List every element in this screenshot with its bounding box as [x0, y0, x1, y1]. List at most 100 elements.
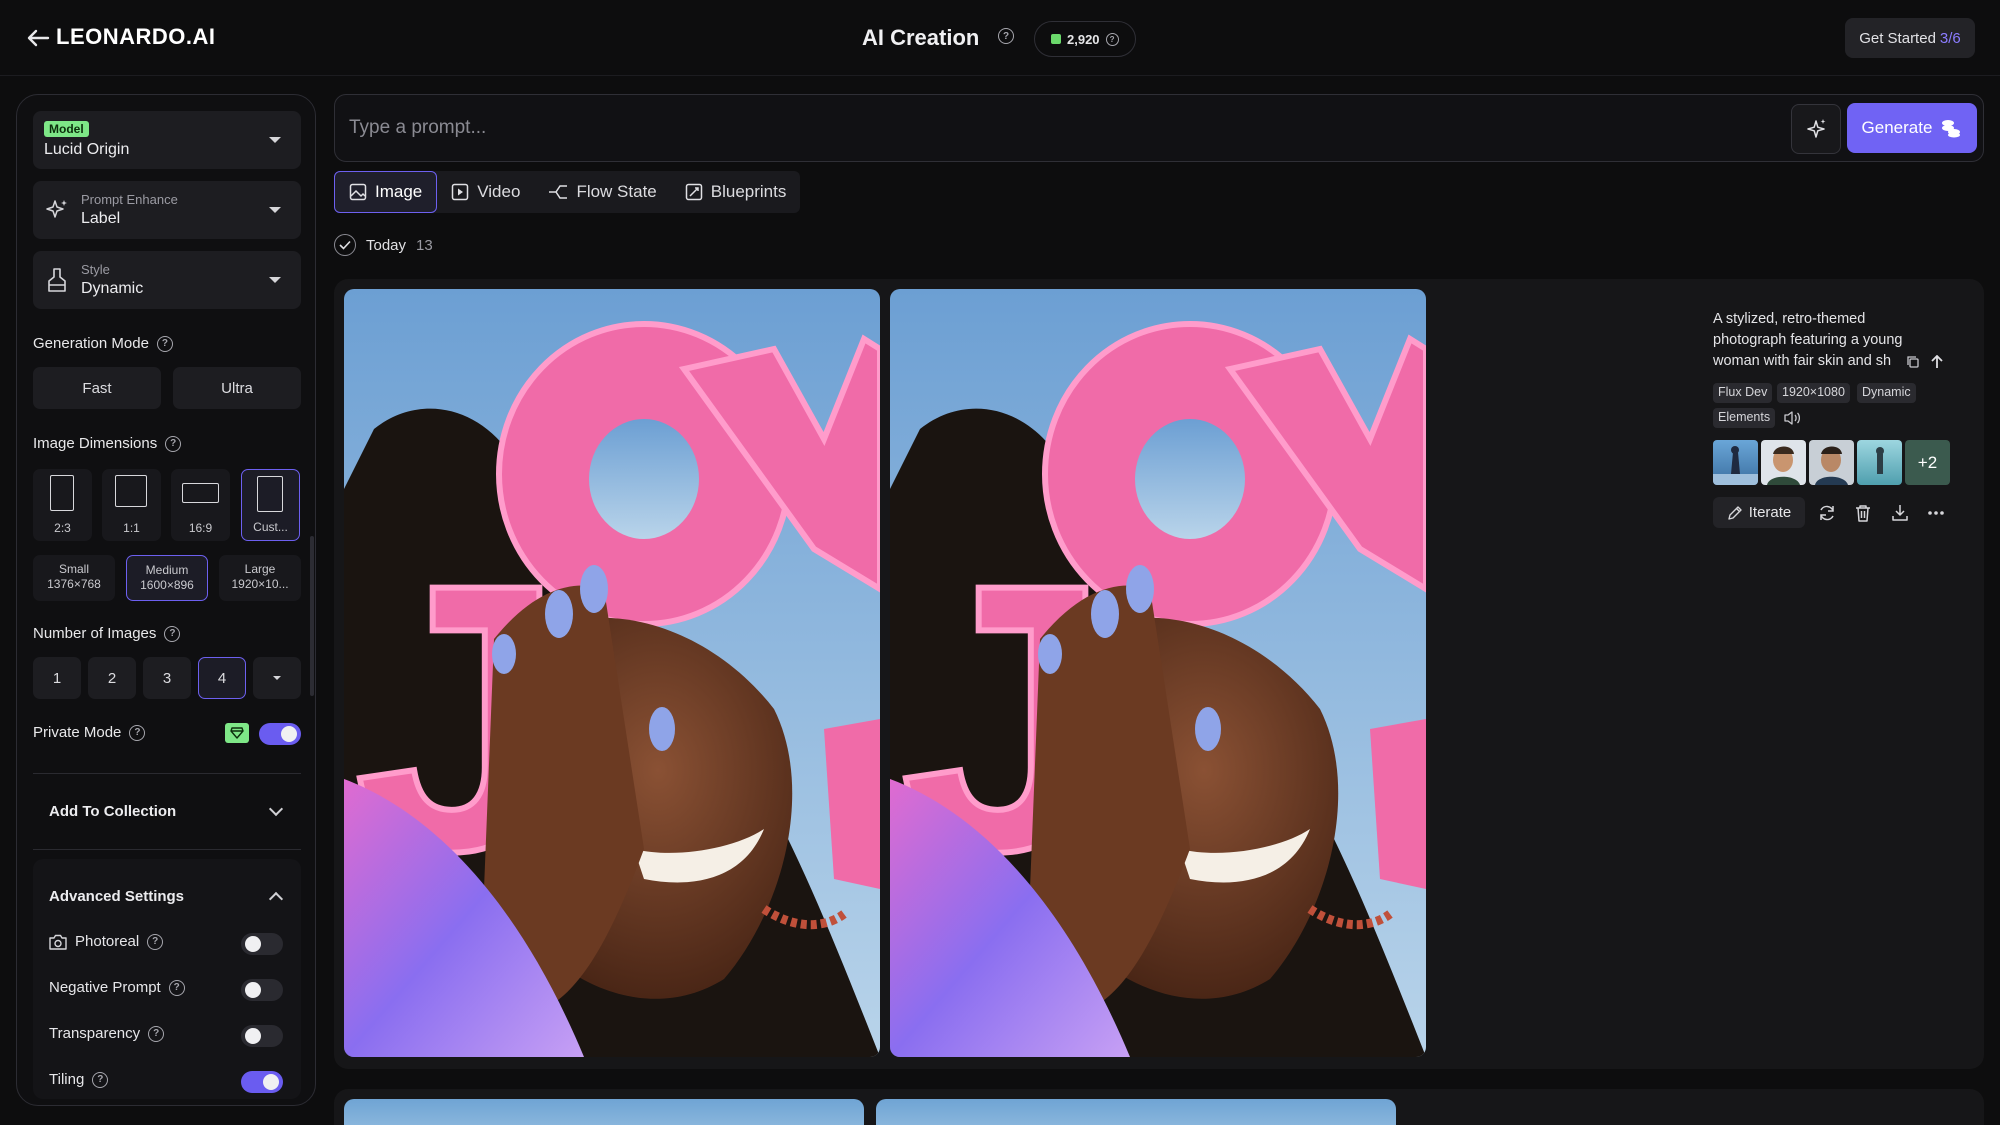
help-icon[interactable]: ?	[156, 335, 173, 352]
tag-model: Flux Dev	[1713, 383, 1773, 403]
more-references-thumbnail[interactable]: +2	[1905, 440, 1950, 485]
back-arrow-icon[interactable]	[24, 26, 52, 50]
count-2-button[interactable]: 2	[88, 657, 136, 699]
model-value: Lucid Origin	[44, 141, 130, 158]
style-value: Dynamic	[81, 280, 144, 297]
credits-help-icon[interactable]: ?	[1105, 32, 1119, 46]
sidebar-scrollbar[interactable]	[310, 536, 314, 696]
get-started-button[interactable]: Get Started 3/6	[1845, 18, 1975, 58]
size-dims: 1920×10...	[231, 577, 289, 591]
size-name: Large	[244, 562, 276, 576]
download-icon[interactable]	[1890, 503, 1910, 523]
credits-badge[interactable]: 2,920 ?	[1034, 21, 1136, 57]
help-icon[interactable]: ?	[165, 435, 182, 452]
add-to-collection-accordion[interactable]: Add To Collection	[33, 774, 301, 848]
image-dimensions-label: Image Dimensions	[33, 435, 158, 452]
help-icon[interactable]: ?	[168, 979, 185, 996]
private-mode-toggle[interactable]	[259, 723, 301, 745]
size-name: Medium	[145, 563, 189, 577]
negative-prompt-label: Negative Prompt	[49, 979, 161, 996]
generation-description[interactable]: A stylized, retro-themed photograph feat…	[1713, 309, 1925, 372]
tab-video[interactable]: Video	[437, 171, 534, 213]
size-large-button[interactable]: Large 1920×10...	[219, 555, 301, 601]
iterate-button[interactable]: Iterate	[1713, 497, 1805, 528]
size-small-button[interactable]: Small 1376×768	[33, 555, 115, 601]
chevron-down-icon	[269, 277, 281, 283]
logo[interactable]: LEONARDO.AI	[56, 24, 216, 50]
generated-image-art: J	[890, 289, 1426, 1057]
generate-label: Generate	[1861, 118, 1933, 137]
prompt-enhance-dropdown[interactable]: Prompt Enhance Label	[33, 181, 301, 239]
tab-blueprints[interactable]: Blueprints	[671, 171, 801, 213]
transparency-toggle[interactable]	[241, 1025, 283, 1047]
reference-thumbnail[interactable]	[1713, 440, 1758, 485]
brush-icon	[48, 268, 66, 292]
tab-flow-state[interactable]: Flow State	[534, 171, 670, 213]
copy-icon[interactable]	[1906, 355, 1920, 369]
help-icon[interactable]: ?	[148, 1025, 165, 1042]
reference-thumbnail[interactable]	[1761, 440, 1806, 485]
ratio-1-1-button[interactable]: 1:1	[102, 469, 161, 541]
generated-image-2[interactable]: J	[890, 289, 1426, 1057]
help-icon[interactable]: ?	[147, 933, 164, 950]
tiling-toggle[interactable]	[241, 1071, 283, 1093]
prompt-input[interactable]	[349, 113, 1649, 143]
generated-image-1[interactable]: J	[344, 289, 880, 1057]
count-3-button[interactable]: 3	[143, 657, 191, 699]
tiling-row: Tiling ?	[49, 1071, 109, 1088]
media-type-tabs: Image Video Flow State Blueprints	[334, 171, 801, 213]
count-more-button[interactable]	[253, 657, 301, 699]
size-medium-button[interactable]: Medium 1600×896	[126, 555, 208, 601]
image-icon	[349, 183, 367, 201]
tag-dimensions: 1920×1080	[1777, 383, 1850, 403]
tab-label: Flow State	[576, 182, 657, 201]
ratio-custom-button[interactable]: Cust...	[241, 469, 300, 541]
refresh-icon[interactable]	[1817, 503, 1837, 523]
mode-ultra-button[interactable]: Ultra	[173, 367, 301, 409]
generated-image-4[interactable]	[876, 1099, 1396, 1125]
blueprint-icon	[685, 183, 702, 201]
help-icon[interactable]: ?	[164, 625, 181, 642]
select-group-checkbox[interactable]	[334, 234, 356, 256]
negative-prompt-toggle[interactable]	[241, 979, 283, 1001]
help-icon[interactable]: ?	[129, 724, 146, 741]
prompt-magic-button[interactable]	[1791, 104, 1841, 154]
model-dropdown[interactable]: Model Lucid Origin	[33, 111, 301, 169]
prompt-enhance-label: Prompt Enhance	[81, 192, 178, 207]
advanced-settings-accordion[interactable]: Advanced Settings	[33, 859, 301, 933]
count-1-button[interactable]: 1	[33, 657, 81, 699]
flow-icon	[549, 185, 568, 199]
group-label: Today	[366, 236, 407, 254]
generated-image-3[interactable]	[344, 1099, 864, 1125]
style-dropdown[interactable]: Style Dynamic	[33, 251, 301, 309]
help-icon[interactable]: ?	[92, 1071, 109, 1088]
ratio-label: 16:9	[188, 521, 213, 535]
reference-thumbnail[interactable]	[1809, 440, 1854, 485]
ratio-16-9-button[interactable]: 16:9	[171, 469, 230, 541]
sparkle-wand-icon	[1807, 119, 1826, 138]
photoreal-toggle[interactable]	[241, 933, 283, 955]
tab-label: Image	[375, 182, 423, 201]
get-started-label: Get Started	[1859, 29, 1936, 47]
count-4-button[interactable]: 4	[198, 657, 246, 699]
tab-image[interactable]: Image	[334, 171, 438, 213]
more-options-icon[interactable]	[1926, 503, 1946, 523]
reference-thumbnail[interactable]	[1857, 440, 1902, 485]
tag-style: Dynamic	[1857, 383, 1916, 403]
page-title: AI Creation	[862, 25, 980, 50]
edit-pencil-icon	[1728, 505, 1742, 520]
generate-button[interactable]: Generate	[1847, 103, 1977, 153]
arrow-up-icon[interactable]	[1931, 355, 1943, 369]
help-icon[interactable]: ?	[998, 28, 1014, 44]
token-icon	[1051, 34, 1061, 44]
ratio-2-3-button[interactable]: 2:3	[33, 469, 92, 541]
camera-icon	[49, 934, 67, 950]
mode-fast-button[interactable]: Fast	[33, 367, 161, 409]
private-mode-label: Private Mode	[33, 724, 122, 741]
trash-icon[interactable]	[1853, 503, 1873, 523]
size-dims: 1376×768	[47, 577, 101, 591]
tab-label: Video	[477, 182, 521, 201]
speaker-icon[interactable]	[1783, 410, 1801, 426]
transparency-row: Transparency ?	[49, 1025, 165, 1042]
model-badge: Model	[44, 121, 89, 137]
